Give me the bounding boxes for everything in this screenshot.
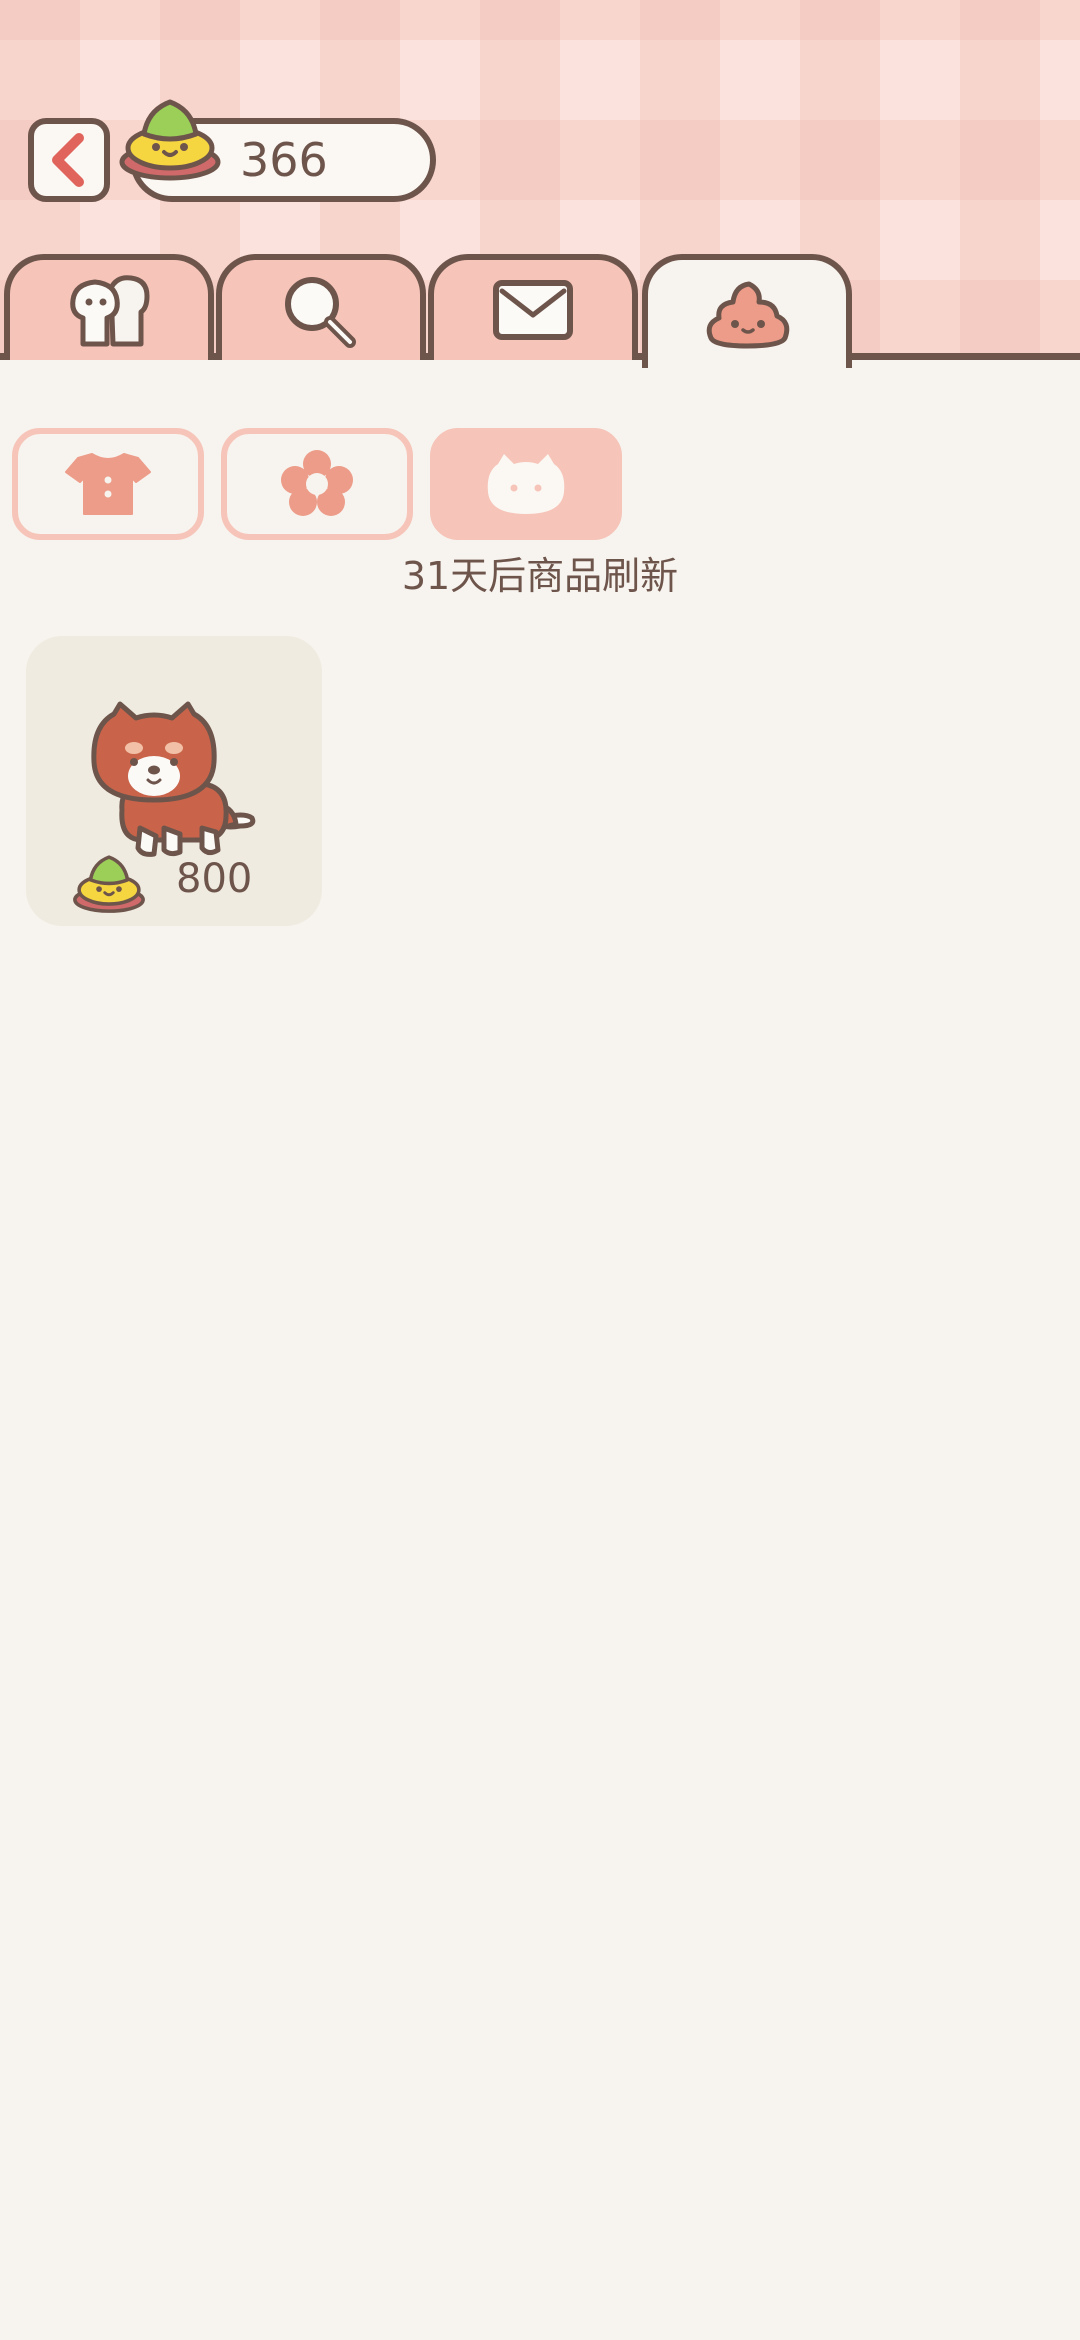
back-button[interactable] [28,118,110,202]
tab-shop[interactable] [642,254,852,368]
tab-mail[interactable] [428,254,638,360]
refresh-notice: 31天后商品刷新 [401,554,679,598]
flower-icon [281,450,353,516]
category-decor[interactable] [221,428,413,540]
tab-search[interactable] [216,254,426,360]
cat-face-icon [487,454,565,514]
shirt-icon [65,453,151,515]
magnifier-icon [285,277,356,348]
envelope-icon [493,280,573,340]
item-price: 800 [176,856,253,902]
category-pets[interactable] [430,428,622,540]
poop-face-icon [706,281,790,349]
price-currency-icon [73,855,145,913]
currency-amount: 366 [240,133,328,187]
chevron-left-icon [52,133,84,187]
poop-coin-icon [119,99,221,181]
tab-characters[interactable] [4,254,214,360]
category-clothes[interactable] [12,428,204,540]
dog-pet-icon [91,701,256,857]
people-icon [70,275,150,347]
